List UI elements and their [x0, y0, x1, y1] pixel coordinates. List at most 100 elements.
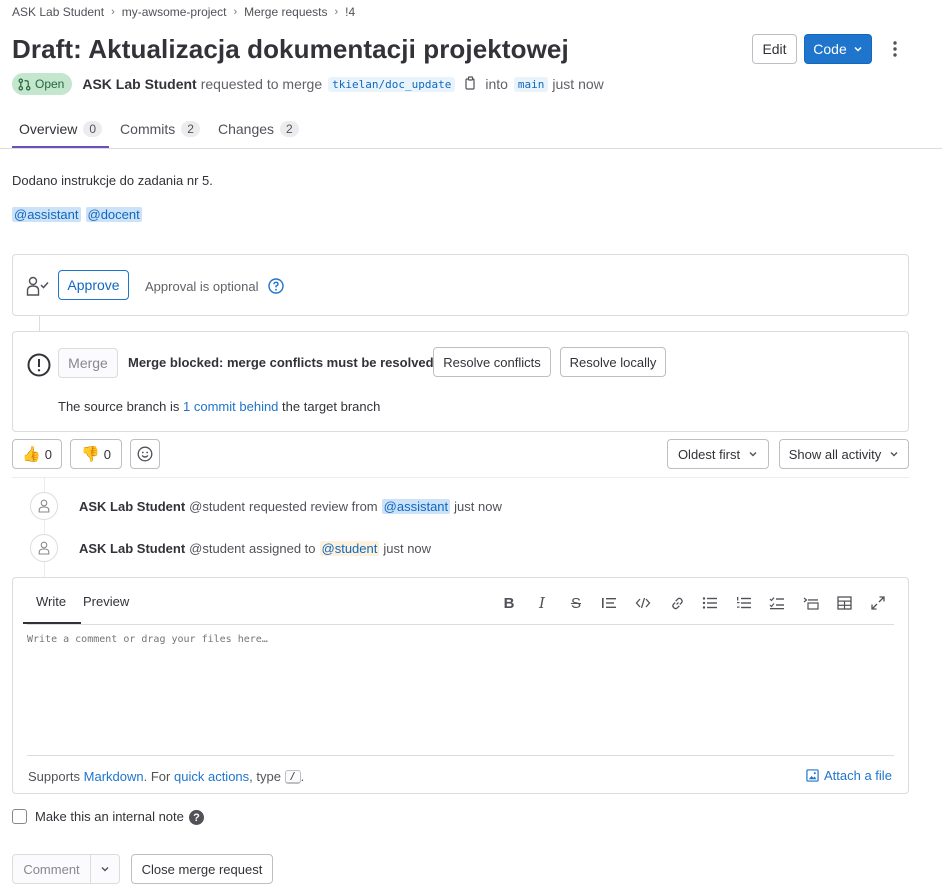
merge-request-meta: Open ASK Lab Student requested to merge … [12, 73, 604, 95]
hint-text: . [300, 769, 305, 784]
markdown-link[interactable]: Markdown [84, 769, 144, 784]
hint-text: . For [143, 769, 171, 784]
avatar [30, 492, 58, 520]
tab-label: Changes [217, 121, 275, 137]
resolve-locally-button[interactable]: Resolve locally [560, 347, 666, 377]
status-badge-label: Open [35, 77, 65, 91]
user-icon [38, 499, 50, 513]
target-branch[interactable]: main [513, 76, 549, 92]
quick-actions-link[interactable]: quick actions [174, 769, 249, 784]
activity-author[interactable]: ASK Lab Student [79, 541, 185, 556]
attach-file-label: Attach a file [824, 768, 892, 783]
activity-author[interactable]: ASK Lab Student [79, 499, 185, 514]
close-merge-request-button[interactable]: Close merge request [131, 854, 273, 884]
commits-behind-link[interactable]: 1 commit behind [183, 399, 278, 414]
activity-item: ASK Lab Student @student requested revie… [79, 499, 502, 514]
comment-button[interactable]: Comment [12, 854, 91, 884]
warning-circle-icon [27, 353, 51, 380]
chevron-right-icon: › [334, 6, 339, 18]
tab-preview[interactable]: Preview [83, 578, 129, 624]
breadcrumb-item-mr[interactable]: !4 [345, 5, 355, 19]
fullscreen-icon[interactable] [869, 594, 887, 612]
breadcrumb-item-project[interactable]: my-awsome-project [122, 5, 227, 19]
approval-widget: Approve Approval is optional [12, 254, 909, 316]
divider [0, 148, 942, 149]
status-badge: Open [12, 73, 73, 95]
behind-post: the target branch [282, 399, 381, 414]
page-title: Draft: Aktualizacja dokumentacji projekt… [12, 34, 569, 64]
commits-behind-text: The source branch is 1 commit behind the… [58, 399, 380, 414]
slash-key: / [284, 769, 301, 784]
tab-overview[interactable]: Overview 0 [12, 110, 110, 148]
resolve-conflicts-button[interactable]: Resolve conflicts [433, 347, 551, 377]
mention-link[interactable]: @student [319, 541, 380, 556]
chevron-down-icon [854, 46, 862, 52]
divider [27, 624, 894, 625]
approval-text: Approval is optional [145, 279, 259, 294]
merge-widget: Merge Merge blocked: merge conflicts mus… [12, 331, 909, 432]
copy-icon[interactable] [465, 75, 477, 93]
comment-input[interactable] [27, 634, 893, 752]
more-actions-button[interactable] [885, 37, 905, 61]
tab-changes[interactable]: Changes 2 [211, 110, 306, 148]
avatar [30, 534, 58, 562]
description-text: Dodano instrukcje do zadania nr 5. [12, 173, 213, 188]
hint-text: , type [249, 769, 281, 784]
table-icon[interactable] [835, 594, 853, 612]
numbered-list-icon[interactable] [735, 594, 753, 612]
requested-text: requested to merge [200, 76, 323, 92]
approval-icon [26, 276, 50, 299]
tab-commits[interactable]: Commits 2 [113, 110, 207, 148]
tab-write[interactable]: Write [23, 578, 79, 624]
activity-handle[interactable]: @student [189, 499, 245, 514]
mention-link[interactable]: @docent [85, 207, 142, 222]
question-icon[interactable]: ? [189, 810, 204, 825]
merge-button[interactable]: Merge [58, 348, 118, 378]
code-icon[interactable] [634, 594, 652, 612]
activity-handle[interactable]: @student [189, 541, 245, 556]
hint-text: Supports [28, 769, 81, 784]
image-icon [806, 769, 819, 782]
activity-action: assigned to [249, 541, 316, 556]
thumbsdown-reaction-button[interactable]: 👎 0 [70, 439, 122, 469]
collapsible-section-icon[interactable] [802, 594, 820, 612]
italic-icon[interactable]: I [533, 594, 551, 612]
attach-file-button[interactable]: Attach a file [806, 768, 892, 783]
author-name[interactable]: ASK Lab Student [82, 76, 196, 92]
sort-order-dropdown[interactable]: Oldest first [667, 439, 769, 469]
comment-options-dropdown[interactable] [90, 854, 120, 884]
divider [27, 755, 894, 756]
mention-link[interactable]: @assistant [381, 499, 451, 514]
source-branch[interactable]: tkielan/doc_update [328, 76, 456, 92]
tab-count: 0 [83, 121, 103, 137]
markdown-hint: Supports Markdown. For quick actions, ty… [28, 769, 304, 784]
activity-filter-dropdown[interactable]: Show all activity [779, 439, 909, 469]
thumbsup-reaction-button[interactable]: 👍 0 [12, 439, 62, 469]
code-dropdown-button[interactable]: Code [804, 34, 872, 64]
thumbsup-icon: 👍 [22, 446, 41, 463]
merge-request-icon [18, 78, 31, 90]
mention-link[interactable]: @assistant [12, 207, 81, 222]
bullet-list-icon[interactable] [701, 594, 719, 612]
breadcrumb-item-group[interactable]: ASK Lab Student [12, 5, 104, 19]
bold-icon[interactable]: B [500, 594, 518, 612]
strikethrough-icon[interactable]: S [567, 594, 585, 612]
code-button-label: Code [813, 41, 847, 57]
chevron-down-icon [890, 452, 898, 457]
into-text: into [485, 76, 508, 92]
question-icon[interactable] [268, 278, 284, 297]
edit-button[interactable]: Edit [752, 34, 797, 64]
task-list-icon[interactable] [768, 594, 786, 612]
chevron-down-icon [749, 452, 757, 457]
add-reaction-button[interactable] [130, 439, 160, 469]
quote-icon[interactable] [600, 594, 618, 612]
activity-action: requested review from [249, 499, 378, 514]
tab-label: Overview [19, 121, 78, 137]
timestamp: just now [552, 76, 604, 92]
breadcrumb-item-merge-requests[interactable]: Merge requests [244, 5, 327, 19]
activity-time: just now [383, 541, 432, 556]
tab-label: Commits [120, 121, 176, 137]
internal-note-checkbox[interactable] [12, 809, 27, 824]
link-icon[interactable] [668, 594, 686, 612]
approve-button[interactable]: Approve [58, 270, 129, 300]
